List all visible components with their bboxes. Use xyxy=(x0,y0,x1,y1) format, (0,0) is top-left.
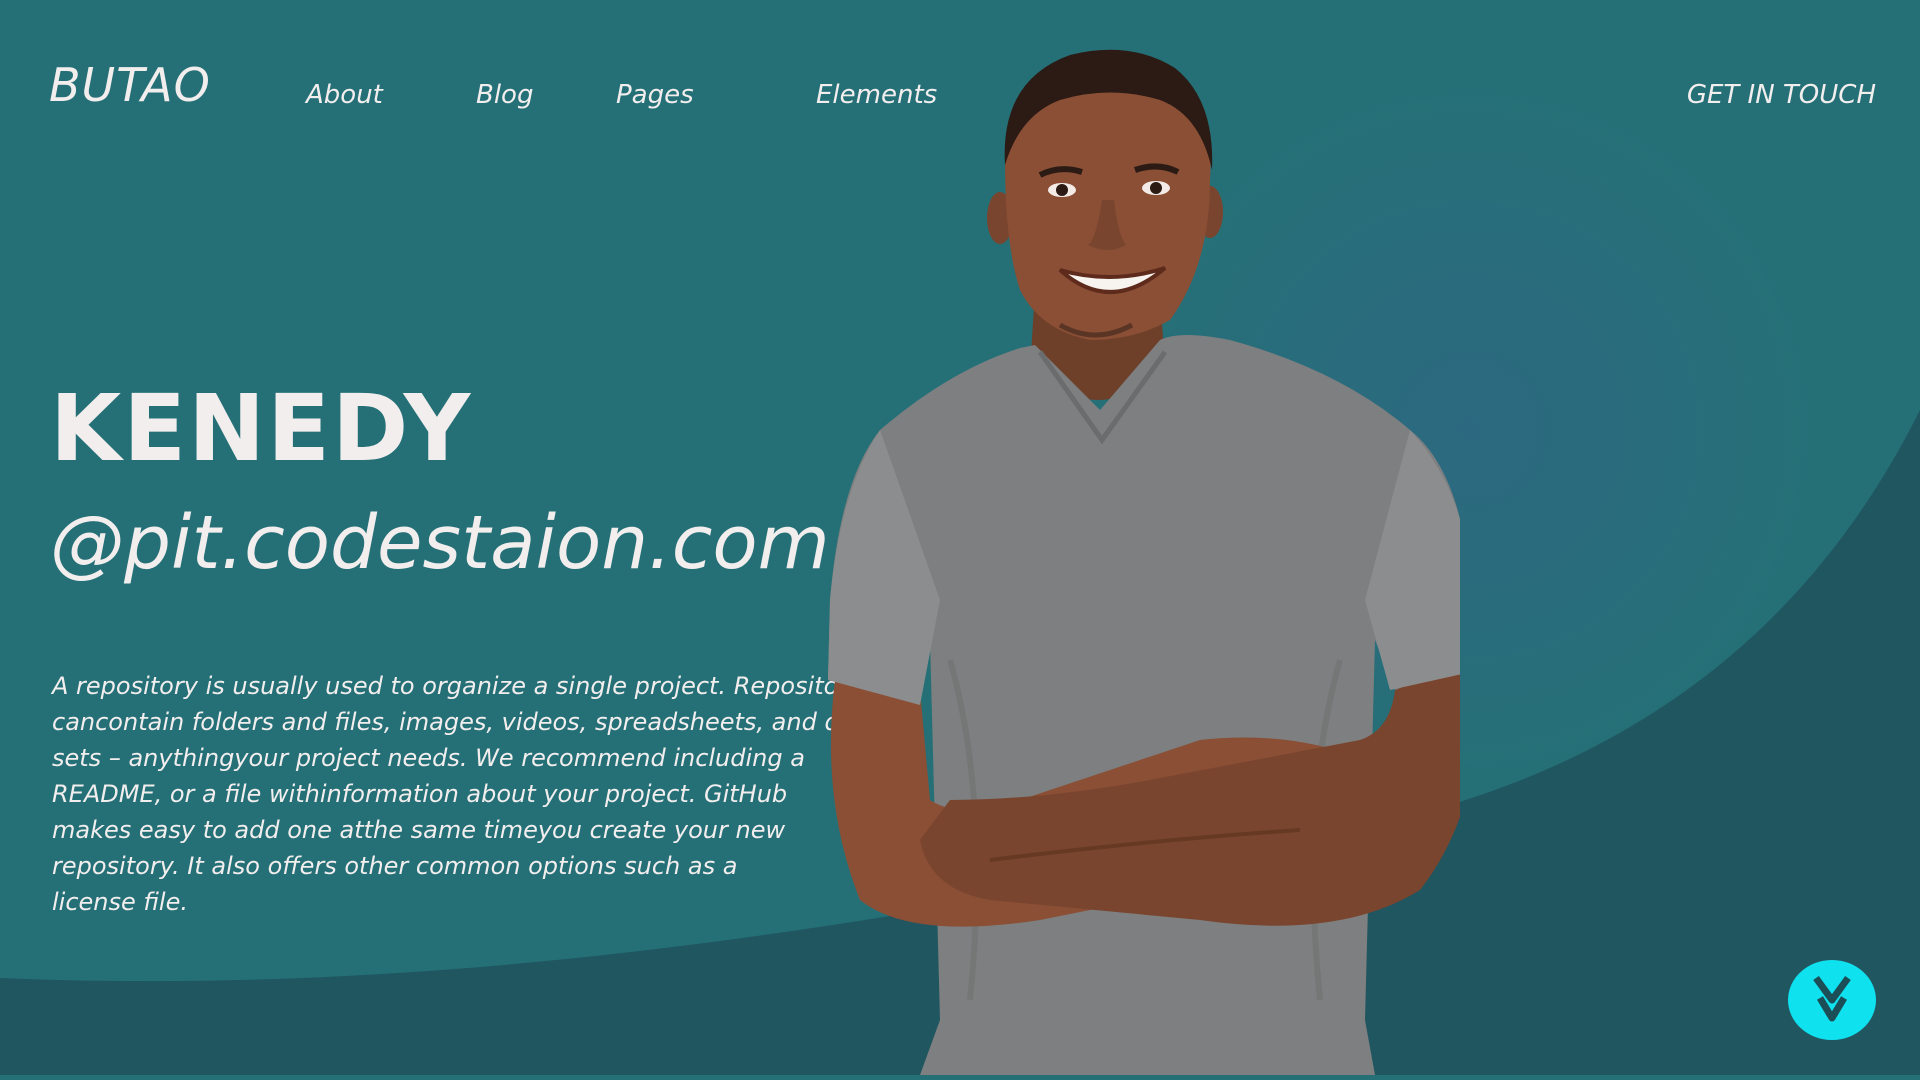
nav-blog[interactable]: Blog xyxy=(476,80,533,110)
get-in-touch-link[interactable]: GET IN TOUCH xyxy=(1687,80,1876,110)
bottom-strip xyxy=(0,1075,1920,1080)
description-line: README, or a file withinformation about … xyxy=(52,780,788,808)
brand-logo[interactable]: BUTAO xyxy=(49,58,211,112)
hero-name: KENEDY xyxy=(50,375,473,482)
nav-pages[interactable]: Pages xyxy=(616,80,694,110)
person-portrait xyxy=(828,49,1460,1075)
description-line: repository. It also offers other common … xyxy=(52,852,738,880)
description-line: sets – anythingyour project needs. We re… xyxy=(52,744,805,772)
description-line: makes easy to add one atthe same timeyou… xyxy=(52,816,786,844)
scroll-down-button[interactable] xyxy=(1788,960,1876,1040)
description-line: A repository is usually used to organize… xyxy=(52,672,883,700)
hero-description: A repository is usually used to organize… xyxy=(52,668,883,920)
double-chevron-down-icon xyxy=(1813,975,1851,1022)
hero-handle: @pit.codestaion.com xyxy=(50,500,830,586)
description-line: license file. xyxy=(52,888,188,916)
nav-about[interactable]: About xyxy=(306,80,383,110)
description-line: cancontain folders and files, images, vi… xyxy=(52,708,879,736)
